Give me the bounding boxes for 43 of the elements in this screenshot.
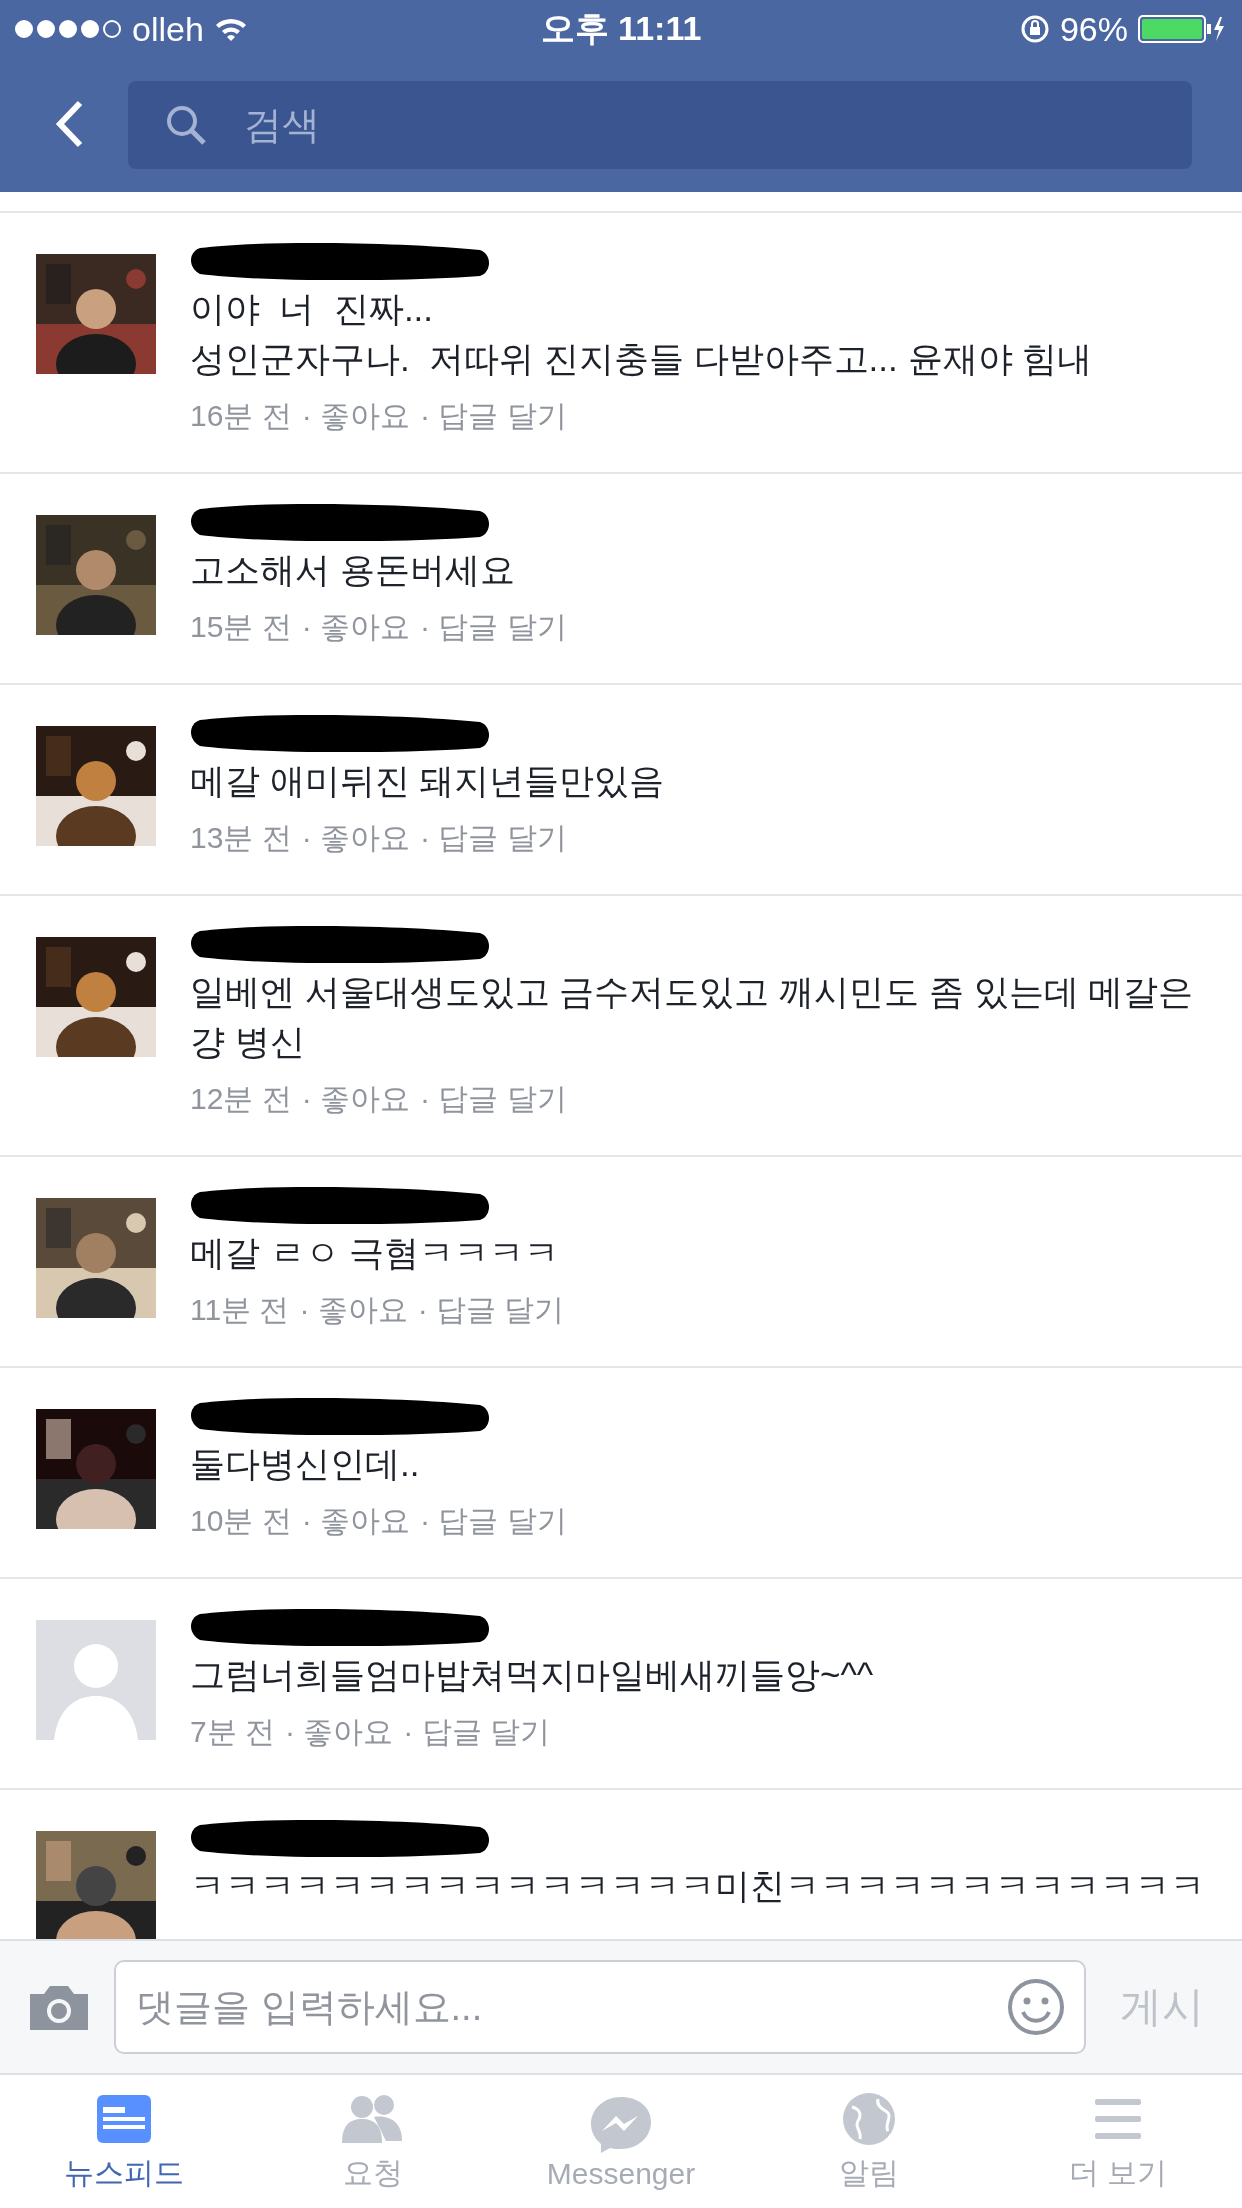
- like-link[interactable]: · 좋아요: [301, 392, 411, 440]
- tab[interactable]: 알림: [745, 2075, 994, 2208]
- tab[interactable]: 요청: [248, 2075, 497, 2208]
- timestamp: 16분 전: [190, 398, 292, 434]
- emoji-icon[interactable]: [1006, 1977, 1066, 2037]
- battery-percent: 96%: [1059, 9, 1128, 49]
- reply-link[interactable]: · 답글 달기: [420, 814, 567, 862]
- like-link[interactable]: · 좋아요: [301, 603, 411, 651]
- timestamp: 11분 전: [190, 1292, 290, 1328]
- comment-text: 일베엔 서울대생도있고 금수저도있고 깨시민도 좀 있는데 메갈은 걍 병신: [190, 971, 1195, 1063]
- carrier-name: olleh: [132, 9, 204, 49]
- like-link[interactable]: · 좋아요: [301, 1075, 411, 1123]
- like-link[interactable]: · 좋아요: [301, 814, 411, 862]
- timestamp: 12분 전: [190, 1081, 292, 1117]
- tab[interactable]: 더 보기: [993, 2075, 1242, 2208]
- timestamp: 13분 전: [190, 820, 292, 856]
- search-field[interactable]: 검색: [128, 81, 1192, 169]
- like-link[interactable]: · 좋아요: [301, 1497, 411, 1545]
- reply-link[interactable]: · 답글 달기: [403, 1708, 551, 1756]
- tab[interactable]: Messenger: [496, 2075, 746, 2208]
- comment-text: 이야 너 진짜... 성인군자구나. 저따위 진지충들 다받아주고... 윤재야 힘내: [190, 288, 1094, 380]
- comment-text: 고소해서 용돈버세요: [190, 549, 516, 591]
- clock: 오후 11:11: [540, 8, 702, 49]
- signal-icon: [14, 19, 122, 39]
- comment-text: 둘다병신인데..: [190, 1443, 421, 1485]
- search-icon: [164, 103, 208, 147]
- reply-link[interactable]: · 답글 달기: [420, 1075, 567, 1123]
- comment-text: 메갈 ㄹㅇ 극혐ㅋㅋㅋㅋ: [190, 1232, 561, 1274]
- comment-text: 메갈 애미뒤진 돼지년들만있음: [190, 760, 666, 802]
- timestamp: 7분 전: [190, 1714, 276, 1750]
- reply-link[interactable]: · 답글 달기: [420, 392, 567, 440]
- rotation-lock-icon: [1019, 14, 1050, 44]
- comment-text: ㅋㅋㅋㅋㅋㅋㅋㅋㅋㅋㅋㅋㅋㅋㅋ미친ㅋㅋㅋㅋㅋㅋㅋㅋㅋㅋㅋㅋ: [190, 1865, 1206, 1907]
- timestamp: 15분 전: [190, 609, 292, 645]
- like-link[interactable]: · 좋아요: [285, 1708, 394, 1756]
- comment-text: 그럼너희들엄마밥쳐먹지마일베새끼들앙~^^: [190, 1654, 875, 1696]
- tab[interactable]: 뉴스피드: [0, 2075, 249, 2208]
- comment-field[interactable]: 댓글을 입력하세요...: [114, 1960, 1086, 2054]
- like-link[interactable]: · 좋아요: [299, 1286, 408, 1334]
- reply-link[interactable]: · 답글 달기: [420, 1497, 567, 1545]
- reply-link[interactable]: · 답글 달기: [417, 1286, 565, 1334]
- timestamp: 10분 전: [190, 1503, 292, 1539]
- reply-link[interactable]: · 답글 달기: [420, 603, 567, 651]
